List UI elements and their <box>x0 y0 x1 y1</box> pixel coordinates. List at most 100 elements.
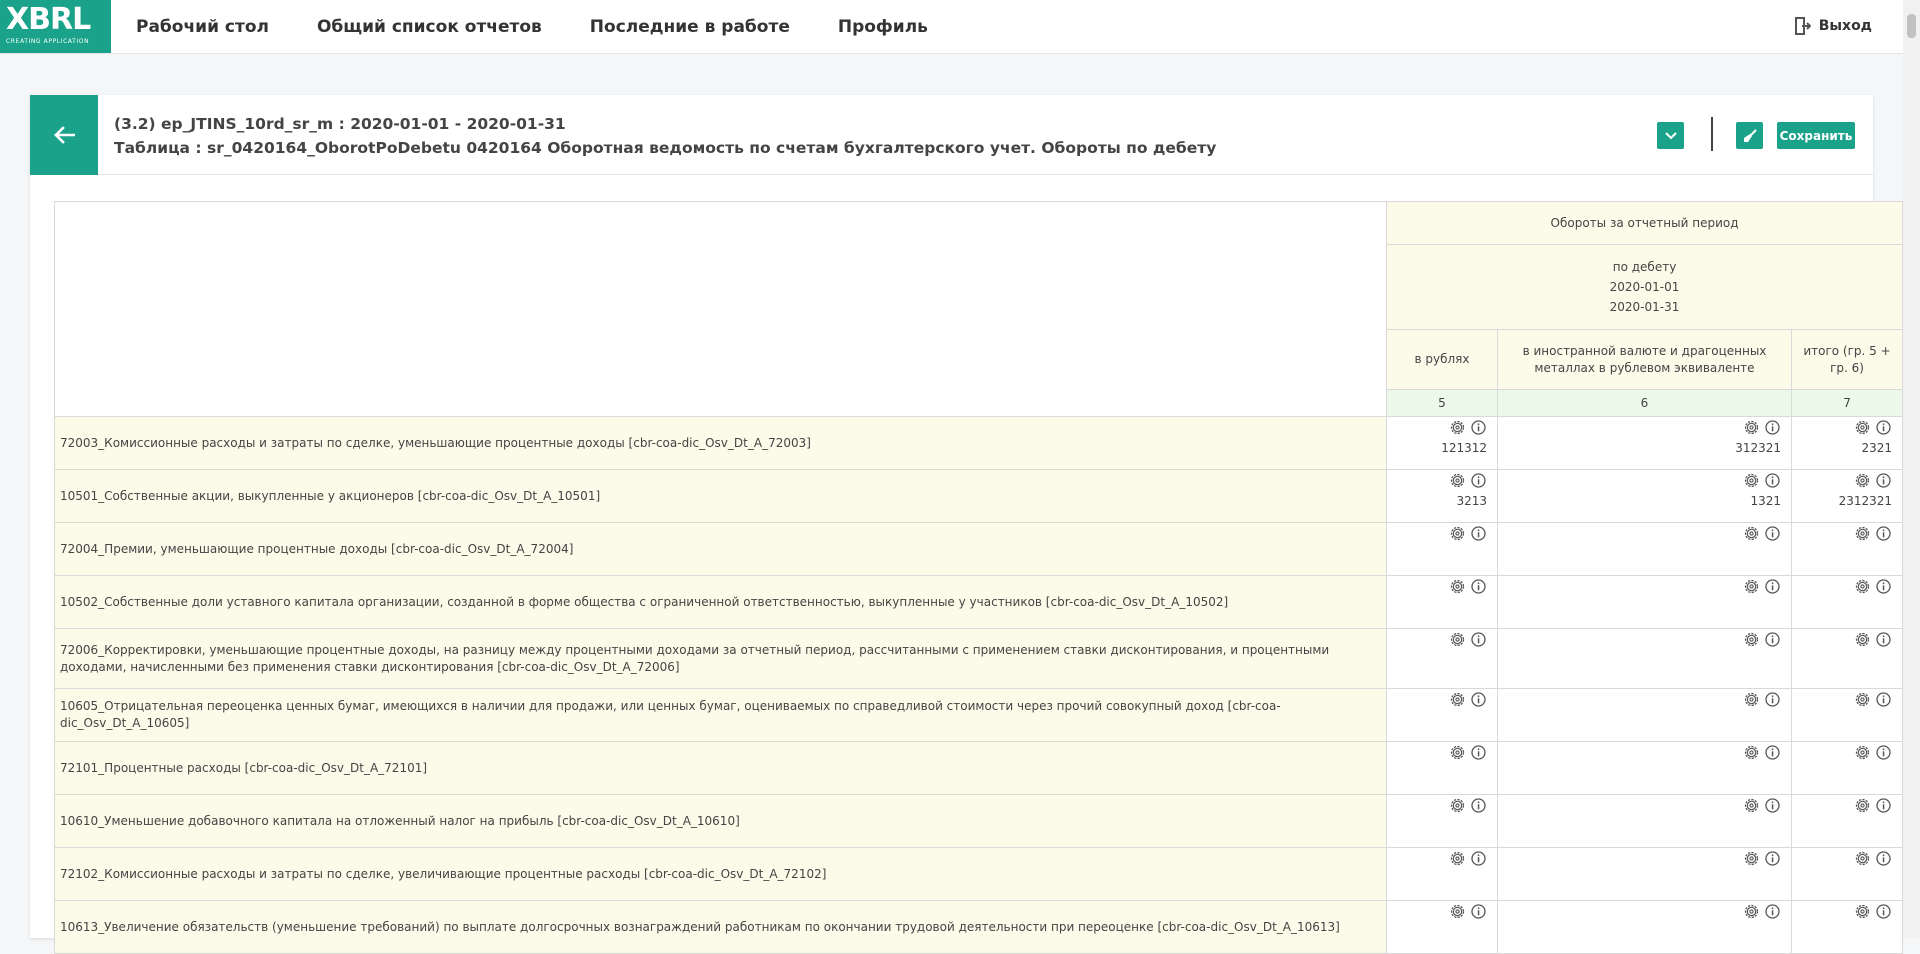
value-cell[interactable] <box>1790 900 1904 954</box>
value-cell[interactable] <box>1386 900 1498 954</box>
settings-icon[interactable] <box>1854 850 1871 867</box>
settings-icon[interactable] <box>1743 419 1760 436</box>
settings-icon[interactable] <box>1449 419 1466 436</box>
info-icon[interactable] <box>1470 578 1487 595</box>
info-icon[interactable] <box>1764 578 1781 595</box>
clear-button[interactable] <box>1736 122 1763 149</box>
info-icon[interactable] <box>1875 903 1892 920</box>
value-cell[interactable] <box>1386 522 1498 576</box>
info-icon[interactable] <box>1875 525 1892 542</box>
value-cell[interactable] <box>1790 794 1904 848</box>
settings-icon[interactable] <box>1854 525 1871 542</box>
settings-icon[interactable] <box>1854 578 1871 595</box>
value-cell[interactable] <box>1497 900 1792 954</box>
settings-icon[interactable] <box>1449 631 1466 648</box>
info-icon[interactable] <box>1875 691 1892 708</box>
value-cell[interactable] <box>1497 575 1792 629</box>
expand-button[interactable] <box>1657 122 1684 149</box>
settings-icon[interactable] <box>1743 578 1760 595</box>
settings-icon[interactable] <box>1854 419 1871 436</box>
value-cell[interactable] <box>1386 847 1498 901</box>
settings-icon[interactable] <box>1449 850 1466 867</box>
info-icon[interactable] <box>1875 797 1892 814</box>
settings-icon[interactable] <box>1449 578 1466 595</box>
settings-icon[interactable] <box>1743 903 1760 920</box>
info-icon[interactable] <box>1764 850 1781 867</box>
info-icon[interactable] <box>1764 903 1781 920</box>
value-cell[interactable] <box>1790 575 1904 629</box>
value-cell[interactable] <box>1790 741 1904 795</box>
info-icon[interactable] <box>1875 744 1892 761</box>
settings-icon[interactable] <box>1743 797 1760 814</box>
value-cell[interactable] <box>1497 794 1792 848</box>
value-cell[interactable] <box>1790 847 1904 901</box>
value-cell[interactable] <box>1386 741 1498 795</box>
value-cell[interactable] <box>1386 628 1498 689</box>
info-icon[interactable] <box>1875 472 1892 489</box>
value-cell[interactable] <box>1790 628 1904 689</box>
nav-item-dashboard[interactable]: Рабочий стол <box>136 0 269 54</box>
info-icon[interactable] <box>1470 797 1487 814</box>
info-icon[interactable] <box>1875 850 1892 867</box>
value-cell[interactable] <box>1386 575 1498 629</box>
value-cell[interactable] <box>1497 628 1792 689</box>
info-icon[interactable] <box>1470 631 1487 648</box>
vertical-scrollbar[interactable] <box>1903 0 1920 938</box>
nav-item-reports-list[interactable]: Общий список отчетов <box>317 0 542 54</box>
info-icon[interactable] <box>1764 525 1781 542</box>
settings-icon[interactable] <box>1449 744 1466 761</box>
info-icon[interactable] <box>1470 419 1487 436</box>
settings-icon[interactable] <box>1743 472 1760 489</box>
info-icon[interactable] <box>1764 744 1781 761</box>
save-button[interactable]: Сохранить <box>1777 122 1855 149</box>
info-icon[interactable] <box>1470 903 1487 920</box>
settings-icon[interactable] <box>1449 903 1466 920</box>
value-cell[interactable]: 312321 <box>1497 416 1792 470</box>
settings-icon[interactable] <box>1743 691 1760 708</box>
settings-icon[interactable] <box>1743 850 1760 867</box>
settings-icon[interactable] <box>1743 525 1760 542</box>
info-icon[interactable] <box>1764 797 1781 814</box>
info-icon[interactable] <box>1470 472 1487 489</box>
settings-icon[interactable] <box>1854 472 1871 489</box>
settings-icon[interactable] <box>1743 631 1760 648</box>
settings-icon[interactable] <box>1854 797 1871 814</box>
settings-icon[interactable] <box>1449 472 1466 489</box>
value-cell[interactable]: 3213 <box>1386 469 1498 523</box>
info-icon[interactable] <box>1764 631 1781 648</box>
value-cell[interactable] <box>1497 847 1792 901</box>
info-icon[interactable] <box>1875 578 1892 595</box>
value-cell[interactable] <box>1790 522 1904 576</box>
settings-icon[interactable] <box>1854 744 1871 761</box>
value-cell[interactable] <box>1790 688 1904 742</box>
value-cell[interactable]: 2312321 <box>1790 469 1904 523</box>
value-cell[interactable] <box>1497 522 1792 576</box>
settings-icon[interactable] <box>1854 691 1871 708</box>
settings-icon[interactable] <box>1449 525 1466 542</box>
value-cell[interactable] <box>1386 794 1498 848</box>
value-cell[interactable] <box>1386 688 1498 742</box>
info-icon[interactable] <box>1764 691 1781 708</box>
info-icon[interactable] <box>1470 691 1487 708</box>
settings-icon[interactable] <box>1743 744 1760 761</box>
info-icon[interactable] <box>1470 744 1487 761</box>
nav-item-recent[interactable]: Последние в работе <box>590 0 790 54</box>
info-icon[interactable] <box>1764 472 1781 489</box>
settings-icon[interactable] <box>1854 631 1871 648</box>
value-cell[interactable] <box>1497 741 1792 795</box>
settings-icon[interactable] <box>1449 691 1466 708</box>
value-cell[interactable]: 121312 <box>1386 416 1498 470</box>
settings-icon[interactable] <box>1854 903 1871 920</box>
info-icon[interactable] <box>1764 419 1781 436</box>
logo[interactable]: XBRL CREATING APPLICATION <box>0 0 111 53</box>
info-icon[interactable] <box>1470 525 1487 542</box>
value-cell[interactable] <box>1497 688 1792 742</box>
value-cell[interactable]: 1321 <box>1497 469 1792 523</box>
info-icon[interactable] <box>1470 850 1487 867</box>
back-button[interactable] <box>30 95 98 175</box>
nav-item-profile[interactable]: Профиль <box>838 0 928 54</box>
settings-icon[interactable] <box>1449 797 1466 814</box>
logout-button[interactable]: Выход <box>1794 17 1872 35</box>
info-icon[interactable] <box>1875 419 1892 436</box>
value-cell[interactable]: 2321 <box>1790 416 1904 470</box>
